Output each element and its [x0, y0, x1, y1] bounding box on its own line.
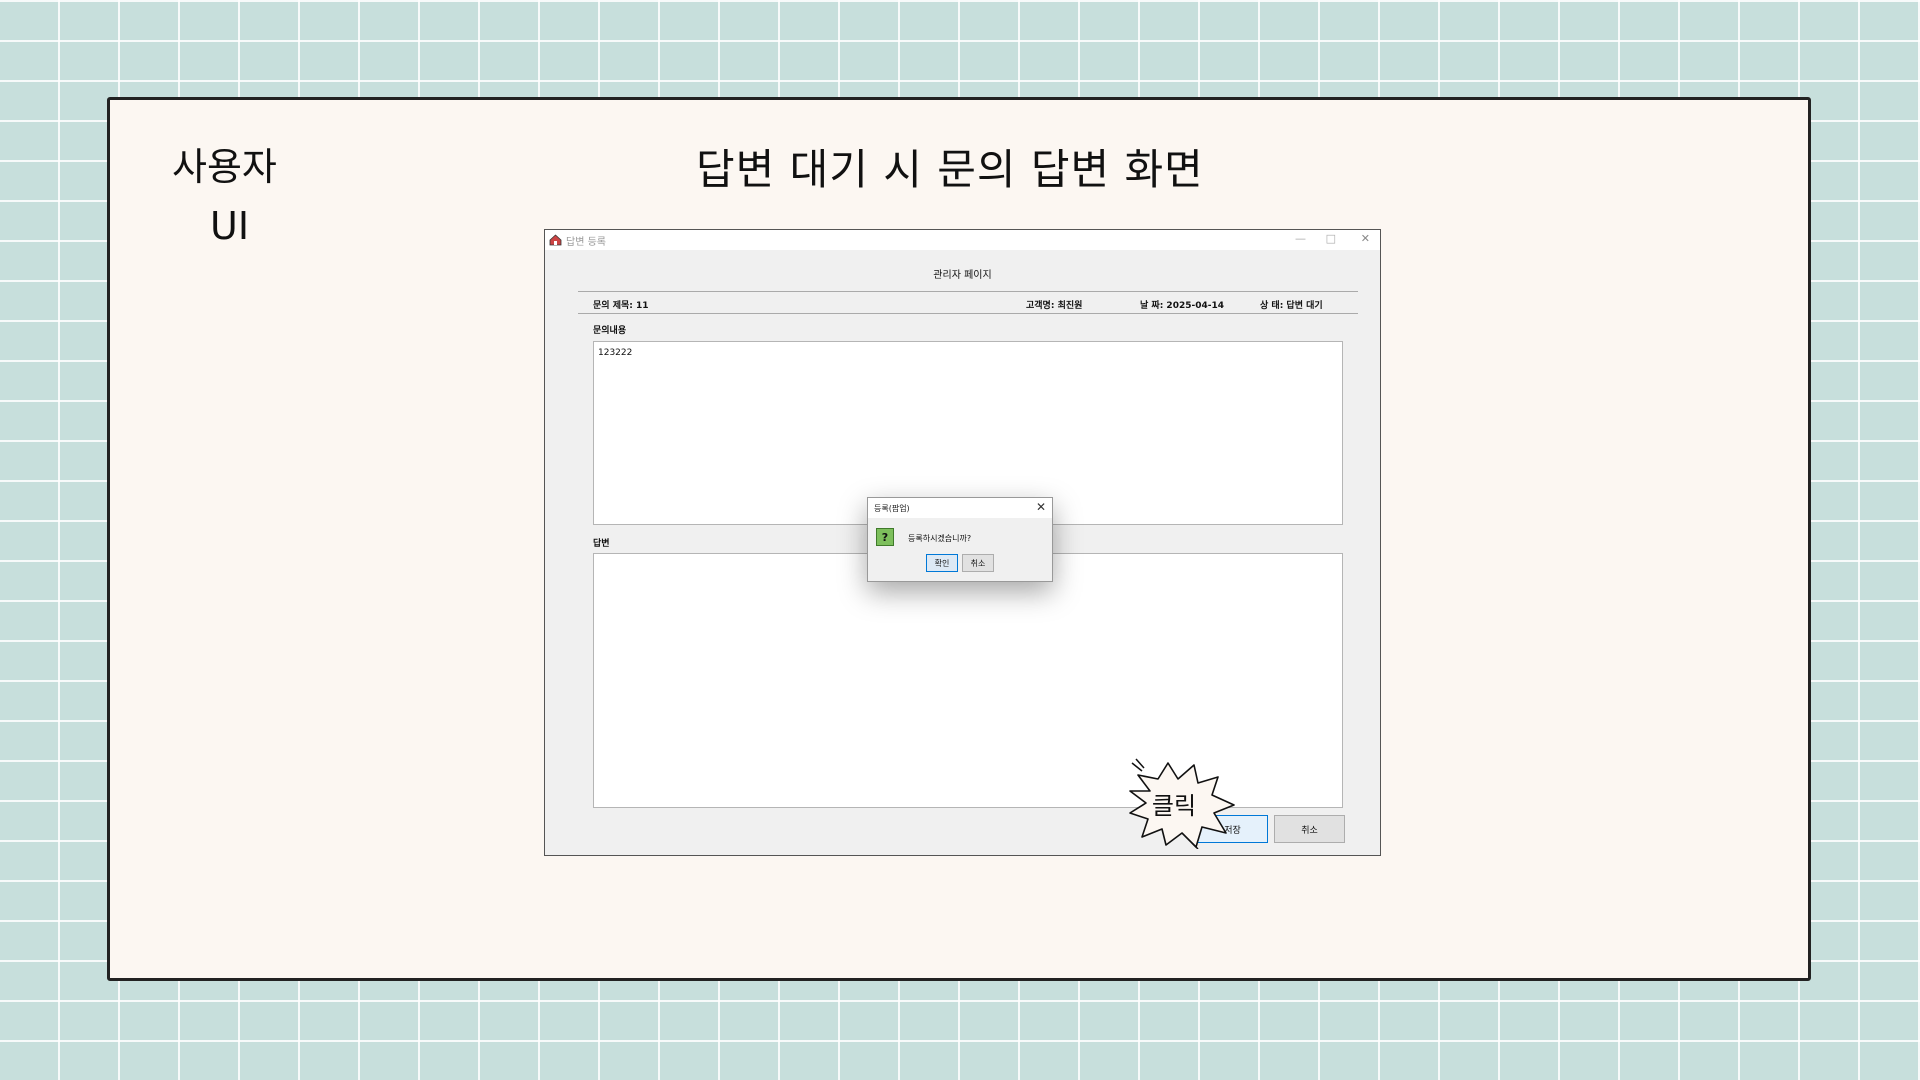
callout-text: 클릭	[1152, 792, 1196, 820]
answer-label: 답변	[593, 539, 610, 549]
confirm-button[interactable]: 확인	[926, 554, 958, 572]
dialog-titlebar[interactable]: 등록(팝업) ✕	[868, 498, 1052, 518]
divider	[578, 313, 1358, 314]
close-icon[interactable]: ✕	[1361, 232, 1370, 245]
slide-title: 답변 대기 시 문의 답변 화면	[696, 145, 1204, 194]
dialog-cancel-button[interactable]: 취소	[962, 554, 994, 572]
inquiry-status: 상 태: 답변 대기	[1260, 301, 1323, 311]
dialog-message: 등록하시겠습니까?	[908, 534, 972, 543]
inquiry-subject: 문의 제목: 11	[593, 301, 649, 311]
inquiry-date: 날 짜: 2025-04-14	[1140, 301, 1224, 311]
minimize-icon[interactable]: —	[1295, 232, 1306, 245]
close-icon[interactable]: ✕	[1036, 500, 1046, 514]
admin-page-title: 관리자 페이지	[933, 270, 992, 281]
app-house-icon	[549, 234, 562, 246]
maximize-icon[interactable]: □	[1326, 232, 1336, 245]
user-label: 사용자	[172, 145, 277, 189]
question-mark-icon: ?	[876, 528, 894, 546]
ui-label: UI	[210, 204, 250, 248]
cancel-button[interactable]: 취소	[1274, 815, 1345, 843]
window-title: 답변 등록	[566, 237, 606, 248]
click-callout: 클릭	[1129, 758, 1235, 849]
customer-name: 고객명: 최진원	[1026, 301, 1083, 311]
window-titlebar[interactable]: 답변 등록 — □ ✕	[545, 230, 1380, 250]
dialog-title: 등록(팝업)	[874, 504, 910, 513]
inquiry-content-label: 문의내용	[593, 326, 627, 336]
divider	[578, 291, 1358, 292]
register-confirm-dialog: 등록(팝업) ✕ ? 등록하시겠습니까? 확인 취소	[867, 497, 1053, 582]
